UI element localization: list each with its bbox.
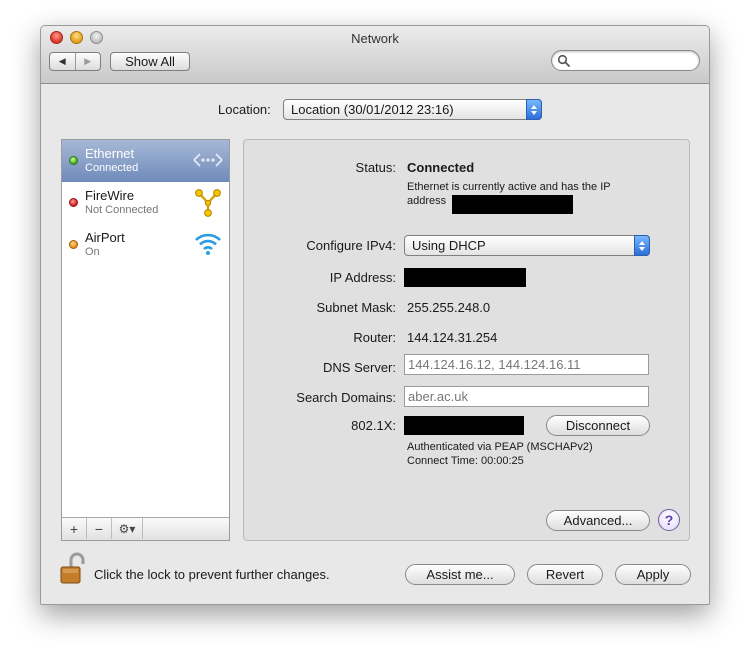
service-name: AirPort bbox=[85, 230, 125, 245]
ip-address-label: IP Address: bbox=[329, 270, 396, 285]
lock-message: Click the lock to prevent further change… bbox=[94, 567, 330, 582]
help-button[interactable]: ? bbox=[658, 509, 680, 531]
connect-time-text: Connect Time: 00:00:25 bbox=[407, 455, 524, 467]
location-label: Location: bbox=[218, 102, 271, 117]
show-all-button[interactable]: Show All bbox=[110, 52, 190, 71]
dot1x-label: 802.1X: bbox=[351, 418, 396, 433]
title-bar: Network ◀ ▶ Show All bbox=[41, 26, 709, 84]
service-status: On bbox=[85, 246, 100, 258]
location-value: Location (30/01/2012 23:16) bbox=[291, 102, 454, 117]
service-name: Ethernet bbox=[85, 146, 135, 161]
router-value: 144.124.31.254 bbox=[407, 330, 498, 345]
service-item-ethernet[interactable]: Ethernet Connected bbox=[62, 140, 229, 182]
location-popup[interactable]: Location (30/01/2012 23:16) bbox=[283, 99, 542, 120]
network-preferences-window: Network ◀ ▶ Show All Location: Location … bbox=[40, 25, 710, 605]
service-list-toolbar: + − ⚙▾ bbox=[62, 517, 229, 540]
dns-server-field[interactable]: 144.124.16.12, 144.124.16.11 bbox=[404, 354, 649, 375]
subnet-mask-label: Subnet Mask: bbox=[316, 300, 397, 315]
router-label: Router: bbox=[353, 330, 396, 345]
search-domains-field[interactable]: aber.ac.uk bbox=[404, 386, 649, 407]
service-status: Not Connected bbox=[85, 204, 159, 216]
apply-button[interactable]: Apply bbox=[615, 564, 691, 585]
search-input[interactable] bbox=[574, 53, 692, 68]
search-field[interactable] bbox=[551, 50, 700, 71]
status-red-icon bbox=[69, 198, 78, 207]
status-green-icon bbox=[69, 156, 78, 165]
status-value: Connected bbox=[407, 160, 475, 175]
airport-wifi-icon bbox=[195, 233, 221, 255]
ethernet-details-panel: Status: Connected Ethernet is currently … bbox=[243, 139, 690, 541]
advanced-button[interactable]: Advanced... bbox=[546, 510, 650, 531]
redacted-ip-value bbox=[404, 268, 526, 287]
status-label: Status: bbox=[355, 160, 396, 175]
status-description-line1: Ethernet is currently active and has the… bbox=[407, 181, 611, 193]
authentication-text: Authenticated via PEAP (MSCHAPv2) bbox=[407, 441, 593, 453]
search-domains-label: Search Domains: bbox=[296, 390, 396, 405]
revert-button[interactable]: Revert bbox=[527, 564, 603, 585]
back-button[interactable]: ◀ bbox=[50, 53, 75, 70]
window-title: Network bbox=[351, 31, 399, 46]
forward-button[interactable]: ▶ bbox=[74, 53, 101, 70]
redacted-ip-address bbox=[452, 195, 573, 214]
add-service-button[interactable]: + bbox=[62, 518, 87, 539]
configure-ipv4-popup[interactable]: Using DHCP bbox=[404, 235, 650, 256]
search-icon bbox=[557, 54, 570, 67]
service-name: FireWire bbox=[85, 188, 135, 203]
service-item-firewire[interactable]: FireWire Not Connected bbox=[62, 182, 229, 224]
status-description-line2: address bbox=[407, 195, 447, 207]
action-gear-button[interactable]: ⚙▾ bbox=[112, 518, 143, 539]
ethernet-icon bbox=[193, 153, 223, 167]
service-item-airport[interactable]: AirPort On bbox=[62, 224, 229, 266]
firewire-icon bbox=[195, 189, 221, 217]
service-list: Ethernet Connected FireWire Not Connecte… bbox=[61, 139, 230, 541]
popup-arrows-icon bbox=[634, 235, 650, 256]
lock-icon[interactable] bbox=[60, 551, 86, 585]
disconnect-button[interactable]: Disconnect bbox=[546, 415, 650, 436]
status-orange-icon bbox=[69, 240, 78, 249]
back-forward-control: ◀ ▶ bbox=[49, 52, 101, 71]
dns-server-label: DNS Server: bbox=[323, 360, 396, 375]
configure-ipv4-label: Configure IPv4: bbox=[306, 238, 396, 253]
service-status: Connected bbox=[85, 162, 139, 174]
subnet-mask-value: 255.255.248.0 bbox=[407, 300, 491, 315]
configure-ipv4-value: Using DHCP bbox=[412, 238, 486, 253]
popup-arrows-icon bbox=[526, 99, 542, 120]
remove-service-button[interactable]: − bbox=[87, 518, 112, 539]
redacted-dot1x-profile bbox=[404, 416, 524, 435]
assist-me-button[interactable]: Assist me... bbox=[405, 564, 515, 585]
